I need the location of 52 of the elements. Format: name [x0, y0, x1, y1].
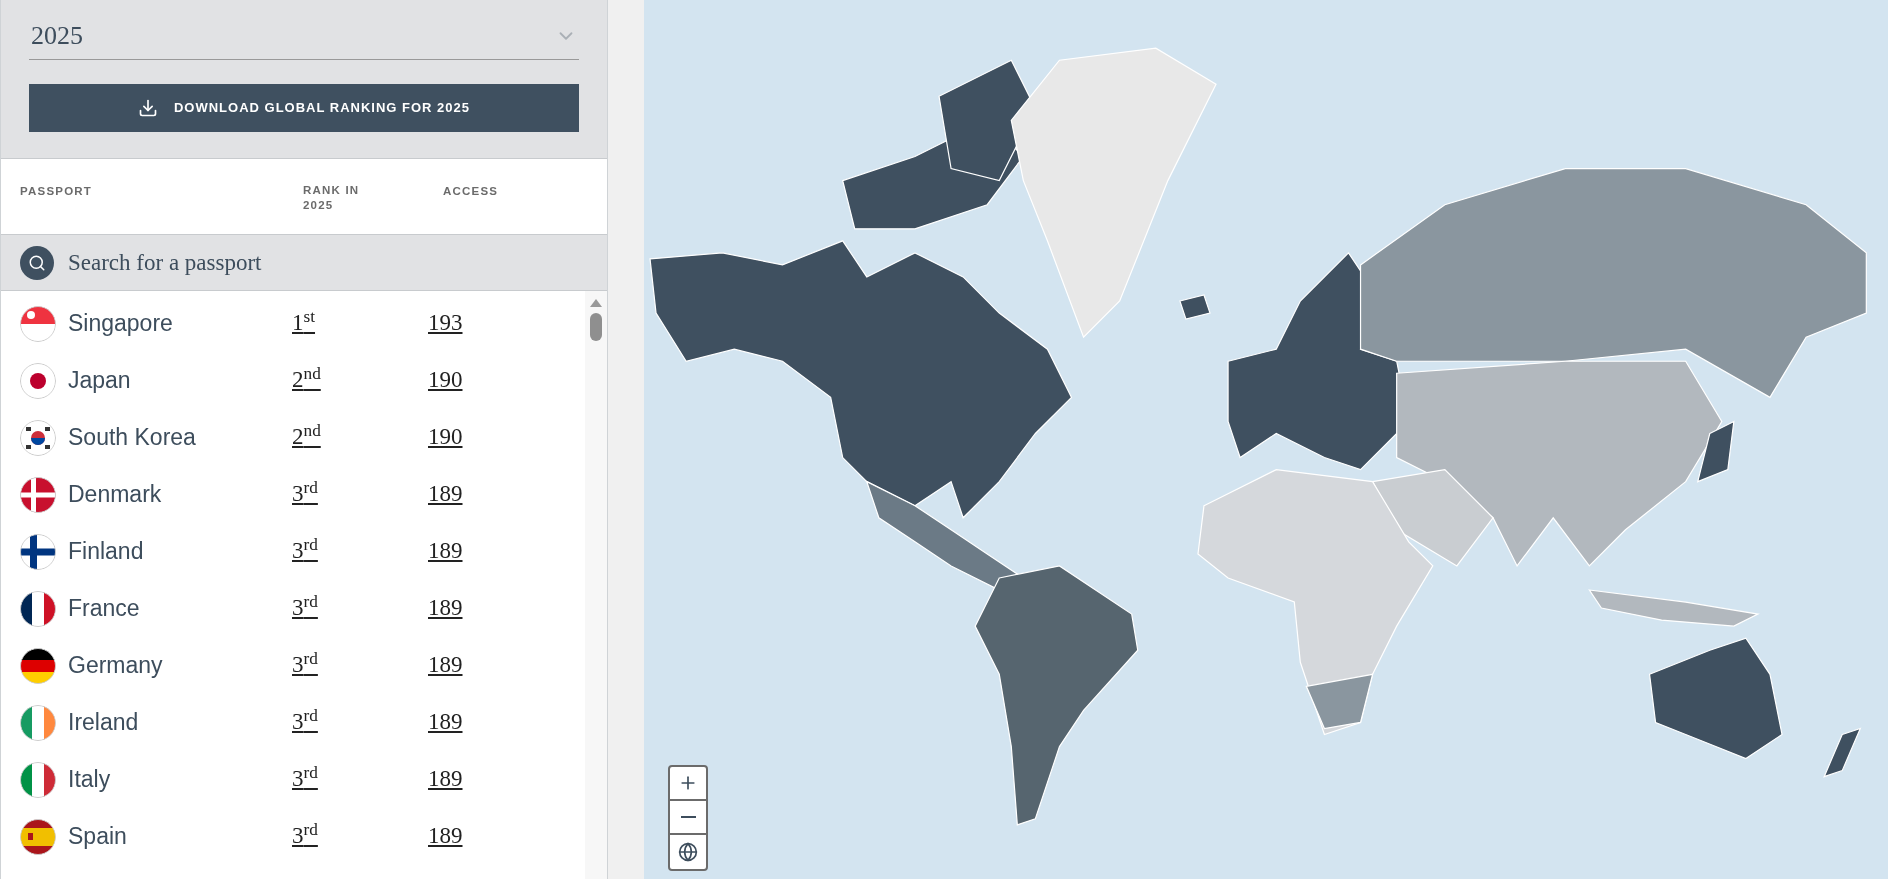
flag-icon — [20, 704, 56, 741]
access-link[interactable]: 189 — [428, 591, 463, 626]
country-name: Japan — [68, 366, 132, 396]
flag-icon — [20, 590, 56, 627]
access-link[interactable]: 189 — [428, 705, 463, 740]
globe-icon — [678, 842, 698, 862]
access-link[interactable]: 193 — [428, 306, 463, 341]
search-field[interactable]: Search for a passport — [1, 235, 607, 290]
country-name: Spain — [68, 822, 128, 852]
rank-link[interactable]: 3$^{rd}$ — [292, 819, 428, 854]
access-link[interactable]: 189 — [428, 762, 463, 797]
country-name: Germany — [68, 651, 164, 681]
country-name: Finland — [68, 537, 145, 567]
rank-link[interactable]: 3$^{rd}$ — [292, 477, 428, 512]
column-header: ACCESS — [443, 184, 499, 199]
rank-link[interactable]: 3$^{rd}$ — [292, 705, 428, 740]
rank-link[interactable]: 2$^{nd}$ — [292, 363, 428, 398]
access-link[interactable]: 190 — [428, 363, 463, 398]
access-link[interactable]: 189 — [428, 819, 463, 854]
country-name: Singapore — [68, 309, 174, 339]
rank-link[interactable]: 1$^{st}$ — [292, 306, 428, 341]
rank-link[interactable]: 3$^{rd}$ — [292, 762, 428, 797]
flag-icon — [20, 476, 56, 513]
column-header: RANK IN 2025 — [303, 183, 361, 213]
country-name: Denmark — [68, 480, 163, 510]
flag-icon — [20, 818, 56, 855]
minus-icon — [680, 816, 696, 818]
country-name: South Korea — [68, 423, 197, 453]
rank-link[interactable]: 2$^{nd}$ — [292, 420, 428, 455]
flag-icon — [20, 761, 56, 798]
flag-icon — [20, 305, 56, 342]
access-link[interactable]: 189 — [428, 477, 463, 512]
flag-icon — [20, 647, 56, 684]
download-button[interactable]: DOWNLOAD GLOBAL RANKING FOR 2025 — [29, 84, 579, 132]
flag-icon — [20, 419, 56, 456]
scrollbar[interactable] — [585, 291, 607, 879]
rank-link[interactable]: 3$^{rd}$ — [292, 534, 428, 569]
scroll-up-icon — [590, 299, 602, 307]
column-header: PASSPORT — [19, 184, 93, 199]
access-link[interactable]: 189 — [428, 648, 463, 683]
scrollbar-thumb[interactable] — [590, 313, 602, 341]
rank-link[interactable]: 3$^{rd}$ — [292, 648, 428, 683]
rank-link[interactable]: 3$^{rd}$ — [292, 591, 428, 626]
access-link[interactable]: 189 — [428, 534, 463, 569]
country-name: Italy — [68, 765, 112, 795]
year-select[interactable]: 2025 — [29, 12, 579, 60]
country-name: France — [68, 594, 141, 624]
country-name: Ireland — [68, 708, 140, 738]
download-icon — [137, 98, 158, 118]
flag-icon — [20, 362, 56, 399]
access-link[interactable]: 190 — [428, 420, 463, 455]
flag-icon — [20, 533, 56, 570]
